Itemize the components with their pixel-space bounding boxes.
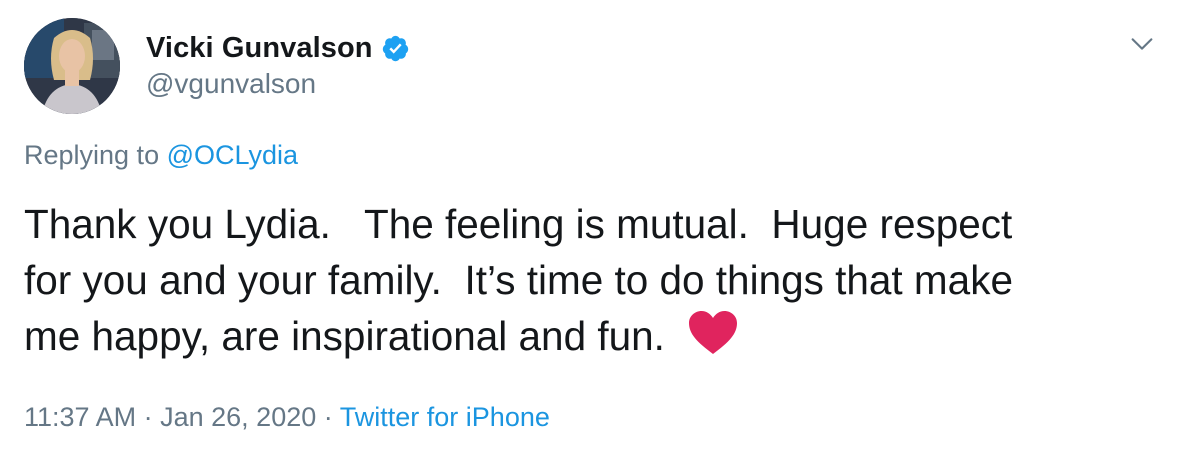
author-handle[interactable]: @vgunvalson bbox=[146, 68, 316, 100]
heart-icon bbox=[688, 311, 737, 354]
tweet-date[interactable]: Jan 26, 2020 bbox=[160, 402, 316, 432]
author-display-name[interactable]: Vicki Gunvalson bbox=[146, 32, 373, 65]
chevron-down-icon[interactable] bbox=[1128, 30, 1156, 58]
author-name-row: Vicki Gunvalson bbox=[146, 28, 410, 68]
replying-to-line: Replying to @OCLydia bbox=[24, 140, 298, 171]
avatar[interactable] bbox=[24, 18, 120, 114]
replying-to-mention-link[interactable]: @OCLydia bbox=[167, 140, 298, 170]
tweet-meta: 11:37 AM · Jan 26, 2020 · Twitter for iP… bbox=[24, 402, 550, 433]
meta-separator: · bbox=[323, 402, 333, 432]
tweet-text-line-2: for you and your family. It’s time to do… bbox=[24, 257, 1013, 303]
meta-separator: · bbox=[143, 402, 153, 432]
tweet-time[interactable]: 11:37 AM bbox=[24, 402, 136, 432]
replying-to-label: Replying to bbox=[24, 140, 160, 170]
tweet-text: Thank you Lydia. The feeling is mutual. … bbox=[24, 196, 1164, 364]
verified-badge-icon bbox=[381, 34, 410, 63]
tweet-text-line-1: Thank you Lydia. The feeling is mutual. … bbox=[24, 201, 1013, 247]
tweet-text-line-3: me happy, are inspirational and fun. bbox=[24, 313, 665, 359]
tweet-source-link[interactable]: Twitter for iPhone bbox=[340, 402, 550, 432]
tweet-card: Vicki Gunvalson @vgunvalson Replying to … bbox=[0, 0, 1186, 465]
